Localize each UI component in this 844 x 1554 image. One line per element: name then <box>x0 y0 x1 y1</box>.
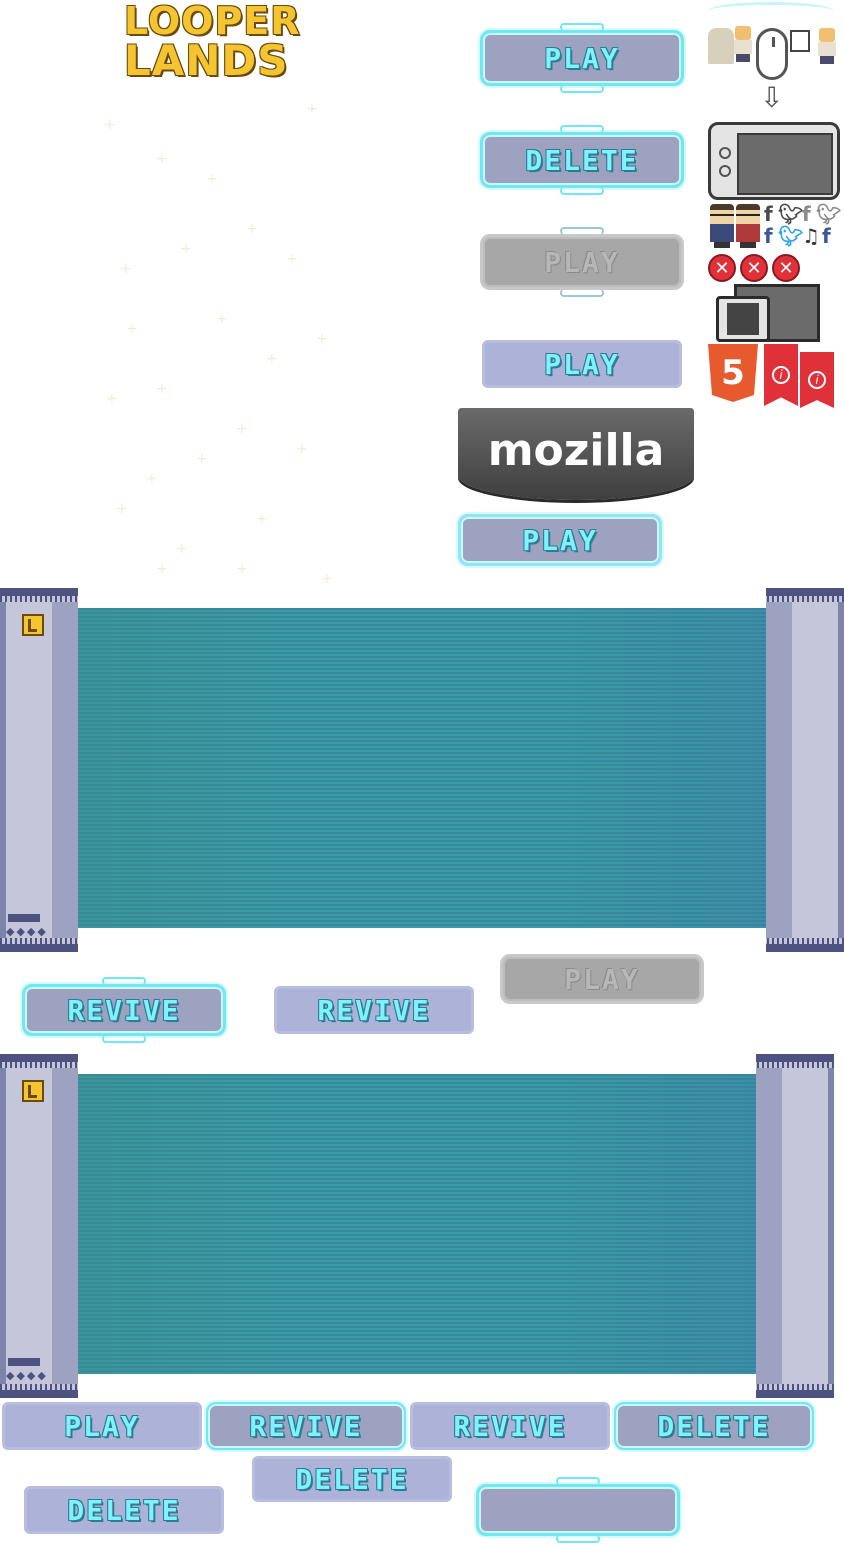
delete-button[interactable]: DELETE <box>614 1402 814 1450</box>
ghost-character-icon <box>708 28 734 64</box>
button-ornament <box>556 1535 600 1543</box>
logo-line-1: LOOPER <box>124 0 301 43</box>
button-ornament <box>560 227 604 235</box>
html5-label: 5 <box>721 353 745 393</box>
delete-button-flat[interactable]: DELETE <box>252 1456 452 1502</box>
revive-label: REVIVE <box>249 1409 363 1443</box>
play-label: PLAY <box>544 347 620 381</box>
revive-button-flat[interactable]: REVIVE <box>410 1402 610 1450</box>
mouse-icon <box>756 28 788 80</box>
mozilla-label: mozilla <box>487 424 665 476</box>
delete-button[interactable]: DELETE <box>480 125 684 195</box>
revive-label: REVIVE <box>317 993 431 1027</box>
facebook-icon[interactable]: f <box>822 226 831 246</box>
play-button-flat[interactable]: PLAY <box>482 340 682 388</box>
left-pillar: ◆◆◆◆ <box>0 1054 78 1398</box>
tablet-icon <box>716 296 770 342</box>
nerd-character-icon <box>708 204 736 248</box>
info-glyph: i <box>808 371 826 389</box>
play-label: PLAY <box>544 41 620 75</box>
teal-screen <box>78 608 766 928</box>
right-pillar <box>756 1054 834 1398</box>
html5-icon: 5 <box>708 344 758 402</box>
logo-line-2: LANDS <box>124 36 289 85</box>
close-icon[interactable]: ✕ <box>740 254 768 282</box>
facebook-icon[interactable]: f <box>764 226 773 246</box>
button-ornament <box>560 85 604 93</box>
button-ornament <box>560 23 604 31</box>
play-label: PLAY <box>544 245 620 279</box>
phone-landscape-icon <box>708 122 840 200</box>
revive-label: REVIVE <box>67 993 181 1027</box>
twitter-icon[interactable]: 🐦︎ <box>778 226 803 246</box>
mozilla-badge[interactable]: mozilla <box>458 408 694 500</box>
window-cursor-icon <box>790 30 810 52</box>
info-ribbon-icon[interactable]: i <box>764 344 798 406</box>
facebook-icon[interactable]: f <box>764 204 773 224</box>
play-button[interactable]: PLAY <box>480 23 684 93</box>
sparkle-field: + + + + + + + + + + + + + + + + + + + + + + + + <box>104 101 333 587</box>
game-screen-panel: ◆◆◆◆ <box>0 588 844 952</box>
button-ornament <box>560 289 604 297</box>
revive-button-flat[interactable]: REVIVE <box>274 986 474 1034</box>
close-icon[interactable]: ✕ <box>708 254 736 282</box>
info-glyph: i <box>772 366 790 384</box>
play-button-small[interactable]: PLAY <box>458 514 662 566</box>
delete-label: DELETE <box>295 1462 409 1496</box>
looper-emblem-icon <box>22 1080 44 1102</box>
play-button-disabled: PLAY <box>480 227 684 297</box>
button-ornament <box>102 1035 146 1043</box>
revive-button[interactable]: REVIVE <box>22 977 226 1043</box>
play-label: PLAY <box>564 962 640 996</box>
looper-emblem-icon <box>22 614 44 636</box>
player-character-icon <box>732 26 754 62</box>
button-ornament <box>102 977 146 985</box>
button-ornament <box>560 125 604 133</box>
nerd-character-icon <box>734 204 762 248</box>
button-ornament <box>560 187 604 195</box>
twitter-icon[interactable]: 🐦︎ <box>778 204 803 224</box>
close-icon[interactable]: ✕ <box>772 254 800 282</box>
facebook-icon[interactable]: f <box>802 204 811 224</box>
play-button-disabled: PLAY <box>500 954 704 1004</box>
info-ribbon-icon[interactable]: i <box>800 352 834 408</box>
play-label: PLAY <box>64 1409 140 1443</box>
music-note-icon[interactable]: ♫ <box>802 226 820 246</box>
button-ornament <box>556 1477 600 1485</box>
player-character-icon <box>816 28 838 64</box>
delete-label: DELETE <box>657 1409 771 1443</box>
play-label: PLAY <box>522 523 598 557</box>
swirl-decoration <box>708 2 834 20</box>
right-pillar <box>766 588 844 952</box>
arrow-down-icon: ⇩ <box>760 81 784 114</box>
left-pillar: ◆◆◆◆ <box>0 588 78 952</box>
delete-label: DELETE <box>67 1493 181 1527</box>
revive-button[interactable]: REVIVE <box>206 1402 406 1450</box>
game-screen-panel: ◆◆◆◆ <box>0 1054 844 1398</box>
looper-lands-logo: LOOPER LANDS <box>122 2 334 82</box>
revive-label: REVIVE <box>453 1409 567 1443</box>
twitter-icon[interactable]: 🐦︎ <box>816 204 841 224</box>
delete-label: DELETE <box>525 143 639 177</box>
play-button-flat[interactable]: PLAY <box>2 1402 202 1450</box>
empty-button[interactable] <box>476 1477 680 1543</box>
teal-screen <box>78 1074 758 1374</box>
delete-button-flat[interactable]: DELETE <box>24 1486 224 1534</box>
